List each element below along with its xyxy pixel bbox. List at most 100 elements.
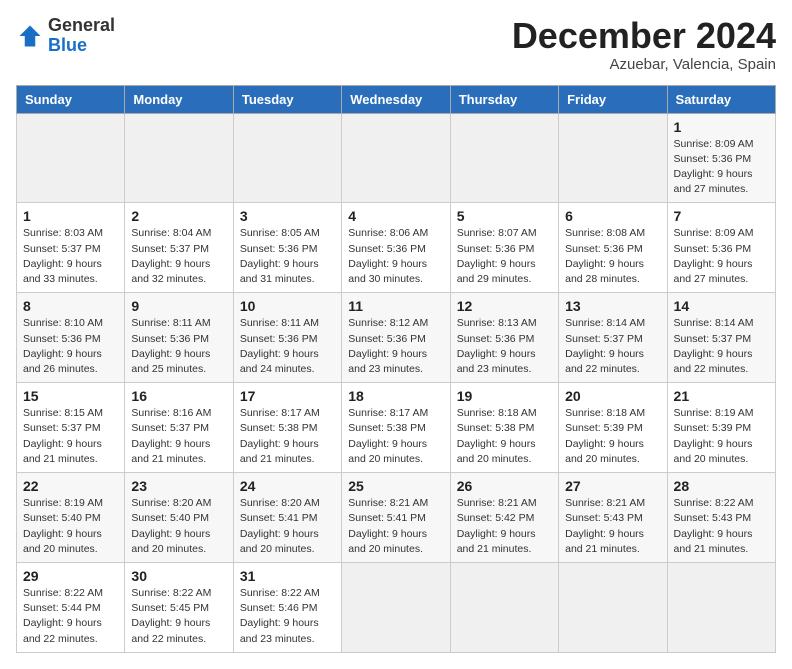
day-info: Sunrise: 8:19 AMSunset: 5:40 PMDaylight:… [23,496,118,557]
day-info: Sunrise: 8:21 AMSunset: 5:41 PMDaylight:… [348,496,443,557]
calendar-cell: 30Sunrise: 8:22 AMSunset: 5:45 PMDayligh… [125,562,233,652]
day-header-friday: Friday [559,85,667,113]
day-number: 12 [457,298,552,314]
day-info: Sunrise: 8:20 AMSunset: 5:41 PMDaylight:… [240,496,335,557]
day-number: 10 [240,298,335,314]
day-info: Sunrise: 8:22 AMSunset: 5:44 PMDaylight:… [23,586,118,647]
calendar-cell: 23 Sunrise: 8:20 AMSunset: 5:40 PMDayligh… [125,473,233,563]
calendar-cell: 15Sunrise: 8:15 AMSunset: 5:37 PMDayligh… [17,383,125,473]
calendar-cell: 13 Sunrise: 8:14 AMSunset: 5:37 PMDayligh… [559,293,667,383]
day-number: 6 [565,208,660,224]
calendar-cell [17,113,125,203]
day-header-tuesday: Tuesday [233,85,341,113]
day-info: Sunrise: 8:08 AMSunset: 5:36 PMDaylight:… [565,226,660,287]
calendar-cell: 8 Sunrise: 8:10 AMSunset: 5:36 PMDaylight… [17,293,125,383]
day-info: Sunrise: 8:07 AMSunset: 5:36 PMDaylight:… [457,226,552,287]
day-number: 14 [674,298,769,314]
day-number: 11 [348,298,443,314]
day-number: 20 [565,388,660,404]
day-info: Sunrise: 8:12 AMSunset: 5:36 PMDaylight:… [348,316,443,377]
calendar-cell: 28 Sunrise: 8:22 AMSunset: 5:43 PMDayligh… [667,473,775,563]
calendar-cell: 29Sunrise: 8:22 AMSunset: 5:44 PMDayligh… [17,562,125,652]
day-info: Sunrise: 8:13 AMSunset: 5:36 PMDaylight:… [457,316,552,377]
day-info: Sunrise: 8:18 AMSunset: 5:38 PMDaylight:… [457,406,552,467]
calendar-cell: 7Sunrise: 8:09 AMSunset: 5:36 PMDaylight… [667,203,775,293]
day-number: 21 [674,388,769,404]
calendar-cell: 9 Sunrise: 8:11 AMSunset: 5:36 PMDaylight… [125,293,233,383]
calendar-cell [125,113,233,203]
calendar-cell [342,113,450,203]
calendar-cell: 3Sunrise: 8:05 AMSunset: 5:36 PMDaylight… [233,203,341,293]
calendar-cell [667,562,775,652]
calendar-cell: 25 Sunrise: 8:21 AMSunset: 5:41 PMDayligh… [342,473,450,563]
calendar-cell [233,113,341,203]
day-header-sunday: Sunday [17,85,125,113]
day-info: Sunrise: 8:15 AMSunset: 5:37 PMDaylight:… [23,406,118,467]
calendar-cell: 5Sunrise: 8:07 AMSunset: 5:36 PMDaylight… [450,203,558,293]
day-number: 8 [23,298,118,314]
calendar-cell [342,562,450,652]
calendar-cell: 14 Sunrise: 8:14 AMSunset: 5:37 PMDayligh… [667,293,775,383]
day-number: 26 [457,478,552,494]
calendar-cell: 27Sunrise: 8:21 AMSunset: 5:43 PMDayligh… [559,473,667,563]
day-info: Sunrise: 8:03 AMSunset: 5:37 PMDaylight:… [23,226,118,287]
calendar-cell: 10 Sunrise: 8:11 AMSunset: 5:36 PMDayligh… [233,293,341,383]
day-info: Sunrise: 8:17 AMSunset: 5:38 PMDaylight:… [348,406,443,467]
calendar-cell: 11 Sunrise: 8:12 AMSunset: 5:36 PMDayligh… [342,293,450,383]
day-number: 13 [565,298,660,314]
day-number: 23 [131,478,226,494]
calendar-cell: 16Sunrise: 8:16 AMSunset: 5:37 PMDayligh… [125,383,233,473]
calendar-cell: 18Sunrise: 8:17 AMSunset: 5:38 PMDayligh… [342,383,450,473]
day-header-saturday: Saturday [667,85,775,113]
day-info: Sunrise: 8:09 AMSunset: 5:36 PMDaylight:… [674,137,769,198]
day-header-wednesday: Wednesday [342,85,450,113]
day-number: 22 [23,478,118,494]
day-info: Sunrise: 8:19 AMSunset: 5:39 PMDaylight:… [674,406,769,467]
calendar-cell [450,113,558,203]
calendar-cell: 19 Sunrise: 8:18 AMSunset: 5:38 PMDayligh… [450,383,558,473]
day-info: Sunrise: 8:11 AMSunset: 5:36 PMDaylight:… [131,316,226,377]
day-info: Sunrise: 8:22 AMSunset: 5:43 PMDaylight:… [674,496,769,557]
calendar-cell: 24 Sunrise: 8:20 AMSunset: 5:41 PMDayligh… [233,473,341,563]
day-number: 1 [674,119,769,135]
calendar-table: SundayMondayTuesdayWednesdayThursdayFrid… [16,85,776,653]
day-info: Sunrise: 8:14 AMSunset: 5:37 PMDaylight:… [565,316,660,377]
day-info: Sunrise: 8:22 AMSunset: 5:46 PMDaylight:… [240,586,335,647]
day-number: 19 [457,388,552,404]
calendar-cell [450,562,558,652]
calendar-cell: 12 Sunrise: 8:13 AMSunset: 5:36 PMDayligh… [450,293,558,383]
day-number: 24 [240,478,335,494]
day-number: 27 [565,478,660,494]
calendar-cell: 1 Sunrise: 8:09 AMSunset: 5:36 PMDaylight… [667,113,775,203]
day-number: 31 [240,568,335,584]
month-title: December 2024 [512,16,776,56]
day-info: Sunrise: 8:09 AMSunset: 5:36 PMDaylight:… [674,226,769,287]
calendar-cell: 1 Sunrise: 8:03 AMSunset: 5:37 PMDaylight… [17,203,125,293]
page-header: General Blue December 2024 Azuebar, Vale… [16,16,776,73]
day-number: 16 [131,388,226,404]
day-number: 9 [131,298,226,314]
calendar-cell: 17Sunrise: 8:17 AMSunset: 5:38 PMDayligh… [233,383,341,473]
day-info: Sunrise: 8:20 AMSunset: 5:40 PMDaylight:… [131,496,226,557]
day-number: 28 [674,478,769,494]
calendar-cell: 31 Sunrise: 8:22 AMSunset: 5:46 PMDayligh… [233,562,341,652]
calendar-cell [559,113,667,203]
day-info: Sunrise: 8:05 AMSunset: 5:36 PMDaylight:… [240,226,335,287]
day-info: Sunrise: 8:17 AMSunset: 5:38 PMDaylight:… [240,406,335,467]
logo-icon [16,22,44,50]
calendar-cell: 26 Sunrise: 8:21 AMSunset: 5:42 PMDayligh… [450,473,558,563]
day-number: 2 [131,208,226,224]
calendar-cell: 20Sunrise: 8:18 AMSunset: 5:39 PMDayligh… [559,383,667,473]
day-info: Sunrise: 8:21 AMSunset: 5:42 PMDaylight:… [457,496,552,557]
day-info: Sunrise: 8:14 AMSunset: 5:37 PMDaylight:… [674,316,769,377]
calendar-cell [559,562,667,652]
calendar-cell: 2Sunrise: 8:04 AMSunset: 5:37 PMDaylight… [125,203,233,293]
logo-text: General Blue [48,16,115,56]
day-number: 25 [348,478,443,494]
day-info: Sunrise: 8:11 AMSunset: 5:36 PMDaylight:… [240,316,335,377]
calendar-cell: 6 Sunrise: 8:08 AMSunset: 5:36 PMDaylight… [559,203,667,293]
day-number: 1 [23,208,118,224]
day-info: Sunrise: 8:10 AMSunset: 5:36 PMDaylight:… [23,316,118,377]
logo-blue: Blue [48,35,87,55]
day-header-monday: Monday [125,85,233,113]
